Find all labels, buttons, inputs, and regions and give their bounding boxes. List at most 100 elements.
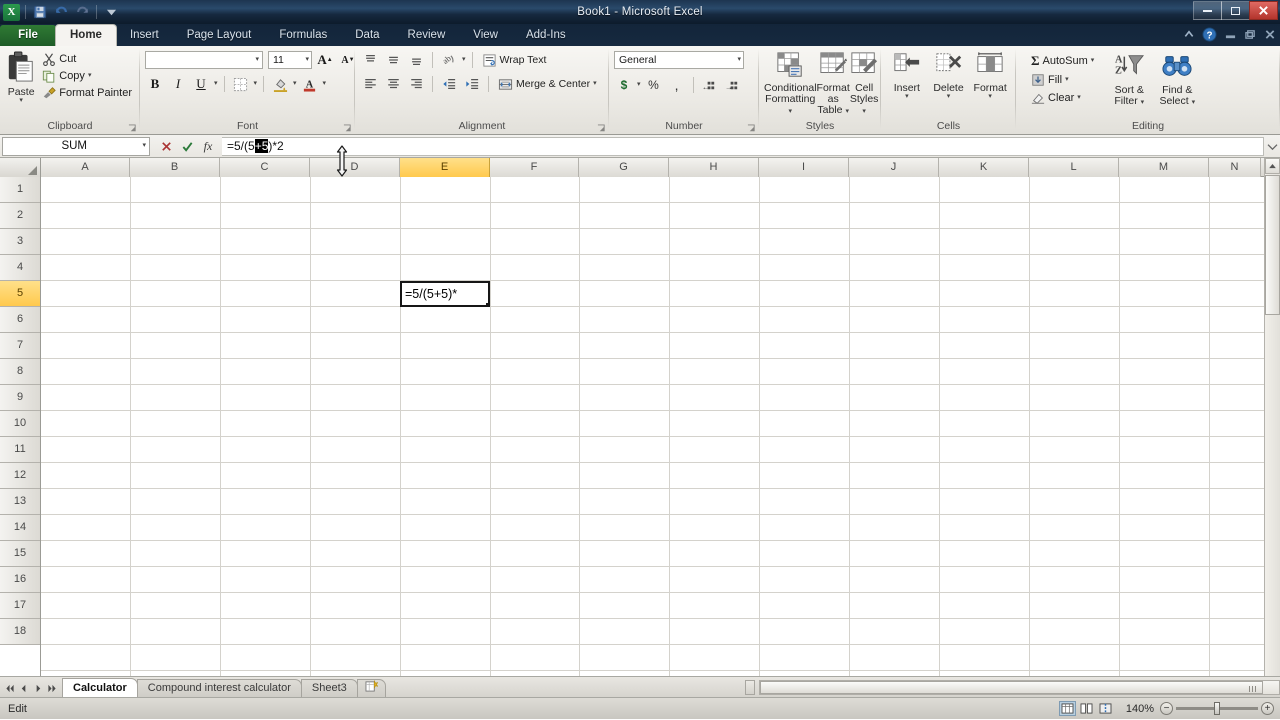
fill-dropdown-icon[interactable]: ▾ [1065, 76, 1069, 83]
fill-button[interactable]: Fill ▾ [1028, 72, 1097, 88]
fill-color-button[interactable] [270, 74, 290, 94]
expand-formula-bar-button[interactable] [1264, 137, 1280, 156]
tab-insert[interactable]: Insert [116, 25, 173, 46]
select-all-button[interactable] [0, 158, 41, 177]
sheet-tab-sheet3[interactable]: Sheet3 [300, 679, 358, 697]
help-icon[interactable]: ? [1202, 27, 1217, 45]
increase-decimal-button[interactable]: ← [700, 75, 720, 95]
page-layout-view-icon[interactable] [1078, 701, 1095, 716]
bold-button[interactable]: B [145, 74, 165, 94]
row-header-13[interactable]: 13 [0, 489, 40, 515]
zoom-in-button[interactable]: + [1261, 702, 1274, 715]
paste-dropdown-icon[interactable]: ▾ [19, 97, 23, 104]
row-header-16[interactable]: 16 [0, 567, 40, 593]
workbook-minimize-icon[interactable] [1224, 29, 1237, 43]
zoom-thumb[interactable] [1213, 702, 1220, 715]
format-as-table-dropdown-icon[interactable]: ▾ [845, 108, 849, 115]
cell-styles-dropdown-icon[interactable]: ▾ [862, 108, 866, 115]
minimize-button[interactable] [1193, 1, 1222, 20]
close-button[interactable] [1249, 1, 1278, 20]
column-header-D[interactable]: D [310, 158, 400, 177]
orientation-button[interactable]: ab [439, 50, 459, 70]
column-header-B[interactable]: B [130, 158, 220, 177]
align-left-button[interactable] [360, 74, 380, 94]
fill-color-dropdown-icon[interactable]: ▾ [293, 80, 297, 87]
zoom-slider[interactable]: − + [1160, 702, 1274, 715]
undo-icon[interactable] [52, 3, 70, 21]
decrease-decimal-button[interactable]: → [723, 75, 743, 95]
horizontal-scrollbar[interactable] [759, 680, 1280, 695]
borders-dropdown-icon[interactable]: ▾ [254, 80, 258, 87]
tab-split-handle[interactable] [745, 680, 755, 695]
cancel-formula-button[interactable] [156, 137, 176, 156]
number-dialog-launcher-icon[interactable] [747, 124, 756, 133]
accounting-format-button[interactable]: $ [614, 75, 634, 95]
percent-format-button[interactable]: % [644, 75, 664, 95]
align-center-button[interactable] [383, 74, 403, 94]
delete-cells-button[interactable]: Delete ▾ [928, 49, 970, 100]
excel-logo-icon[interactable]: X [3, 3, 20, 21]
restore-button[interactable] [1221, 1, 1250, 20]
row-header-18[interactable]: 18 [0, 619, 40, 645]
sort-filter-dropdown-icon[interactable]: ▾ [1141, 99, 1145, 106]
grow-font-button[interactable]: A ▲ [315, 50, 335, 70]
comma-format-button[interactable]: , [667, 75, 687, 95]
insert-worksheet-button[interactable] [356, 679, 386, 697]
first-sheet-icon[interactable] [4, 682, 16, 694]
minimize-ribbon-icon[interactable] [1183, 29, 1195, 43]
last-sheet-icon[interactable] [46, 682, 58, 694]
cut-button[interactable]: Cut [39, 51, 135, 67]
active-cell-E5[interactable]: =5/(5+5)* [400, 281, 490, 307]
column-header-C[interactable]: C [220, 158, 310, 177]
sheet-nav-buttons[interactable] [0, 682, 62, 697]
scroll-up-button[interactable] [1265, 158, 1280, 174]
row-header-5[interactable]: 5 [0, 281, 40, 307]
fill-handle[interactable] [486, 303, 488, 305]
ribbon-right-controls[interactable]: ? [1183, 27, 1276, 45]
column-header-M[interactable]: M [1119, 158, 1209, 177]
name-box-dropdown-icon[interactable]: ▾ [142, 142, 146, 149]
row-header-12[interactable]: 12 [0, 463, 40, 489]
row-header-17[interactable]: 17 [0, 593, 40, 619]
quick-access-toolbar[interactable]: X [0, 2, 120, 22]
font-color-dropdown-icon[interactable]: ▾ [323, 80, 327, 87]
tab-home[interactable]: Home [56, 25, 116, 46]
insert-function-button[interactable]: fx [198, 137, 218, 156]
page-break-preview-icon[interactable] [1097, 701, 1114, 716]
column-header-N[interactable]: N [1209, 158, 1261, 177]
conditional-formatting-dropdown-icon[interactable]: ▾ [789, 108, 793, 115]
sort-filter-button[interactable]: A Z Sort & Filter ▾ [1105, 49, 1153, 107]
customize-qat-icon[interactable] [102, 3, 120, 21]
ribbon-tab-strip[interactable]: File Home Insert Page Layout Formulas Da… [0, 24, 1280, 46]
font-dialog-launcher-icon[interactable] [343, 124, 352, 133]
find-select-button[interactable]: Find & Select ▾ [1153, 49, 1201, 107]
next-sheet-icon[interactable] [32, 682, 44, 694]
view-buttons[interactable] [1059, 701, 1114, 716]
font-color-button[interactable]: A [300, 74, 320, 94]
horizontal-scroll-thumb[interactable] [760, 681, 1264, 694]
row-header-9[interactable]: 9 [0, 385, 40, 411]
column-header-F[interactable]: F [490, 158, 579, 177]
column-header-G[interactable]: G [579, 158, 669, 177]
row-header-10[interactable]: 10 [0, 411, 40, 437]
tab-file[interactable]: File [0, 25, 56, 46]
insert-cells-dropdown-icon[interactable]: ▾ [905, 93, 909, 100]
status-right-controls[interactable]: 140% − + [1059, 701, 1274, 716]
delete-cells-dropdown-icon[interactable]: ▾ [947, 93, 951, 100]
accounting-dropdown-icon[interactable]: ▾ [637, 81, 641, 88]
column-header-K[interactable]: K [939, 158, 1029, 177]
row-header-7[interactable]: 7 [0, 333, 40, 359]
align-top-button[interactable] [360, 50, 380, 70]
tab-page-layout[interactable]: Page Layout [173, 25, 266, 46]
paste-button[interactable]: Paste ▾ [5, 49, 37, 104]
row-header-1[interactable]: 1 [0, 177, 40, 203]
row-header-14[interactable]: 14 [0, 515, 40, 541]
number-format-dropdown-icon[interactable]: ▾ [737, 56, 741, 63]
find-select-dropdown-icon[interactable]: ▾ [1192, 99, 1196, 106]
sheet-tab-calculator[interactable]: Calculator [62, 678, 138, 697]
tab-add-ins[interactable]: Add-Ins [512, 25, 580, 46]
font-size-dropdown-icon[interactable]: ▾ [305, 56, 309, 63]
tab-view[interactable]: View [459, 25, 512, 46]
name-box[interactable]: SUM ▾ [2, 136, 150, 156]
zoom-track[interactable] [1176, 702, 1258, 715]
